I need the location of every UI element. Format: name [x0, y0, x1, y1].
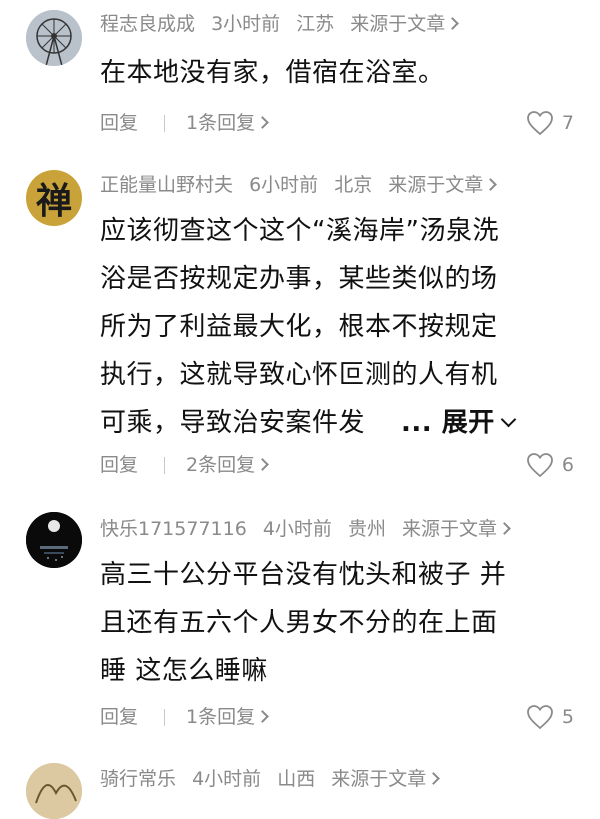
user-avatar[interactable]: [26, 10, 82, 66]
comment-actions: 回复 1条回复 5: [100, 703, 574, 731]
comment-line-last: 可乘，导致治安案件发 ... 展开: [100, 399, 570, 447]
like-button[interactable]: 7: [526, 109, 574, 137]
comment-time: 6小时前: [249, 174, 319, 196]
username[interactable]: 快乐171577116: [100, 518, 247, 540]
comment-line: 浴是否按规定办事，某些类似的场: [100, 264, 498, 294]
heart-icon: [527, 453, 553, 478]
source-link[interactable]: 来源于文章: [402, 518, 511, 540]
comment-line: 在本地没有家，借宿在浴室。: [100, 58, 445, 88]
comment-location: 江苏: [296, 13, 335, 35]
comment-body: 在本地没有家，借宿在浴室。: [100, 49, 570, 97]
reply-count: 1条回复: [186, 112, 256, 134]
reply-button[interactable]: 回复: [100, 109, 138, 137]
source-link-label: 来源于文章: [402, 518, 498, 540]
divider: [164, 457, 165, 474]
comment-location: 山西: [277, 768, 316, 790]
comment-location: 北京: [334, 174, 373, 196]
reply-button[interactable]: 回复: [100, 451, 138, 479]
view-replies-button[interactable]: 1条回复: [186, 703, 269, 731]
chevron-right-icon: [484, 178, 498, 191]
comment-line: 可乘，导致治安案件发: [100, 408, 366, 438]
avatar-character: 禅: [35, 180, 72, 222]
like-button[interactable]: 6: [526, 451, 574, 479]
comment-body: 高三十公分平台没有忱头和被子 并 且还有五六个人男女不分的在上面 睡 这怎么睡嘛: [100, 551, 570, 695]
comment-line: 睡 这怎么睡嘛: [100, 656, 268, 686]
username[interactable]: 骑行常乐: [100, 768, 176, 790]
divider: [164, 709, 165, 726]
like-button[interactable]: 5: [526, 703, 574, 731]
comment-meta: 快乐171577116 4小时前 贵州 来源于文章: [100, 517, 511, 541]
user-avatar[interactable]: [26, 512, 82, 568]
divider: [164, 115, 165, 132]
user-avatar[interactable]: [26, 763, 82, 819]
source-link[interactable]: 来源于文章: [331, 768, 441, 790]
chevron-right-icon: [256, 710, 269, 723]
chevron-right-icon: [256, 458, 269, 471]
comment-line: 执行，这就导致心怀叵测的人有机: [100, 360, 498, 390]
source-link[interactable]: 来源于文章: [350, 13, 460, 35]
night-scene-icon: [26, 512, 82, 568]
comment-time: 4小时前: [262, 518, 332, 540]
like-count: 7: [561, 112, 574, 134]
chevron-right-icon: [446, 17, 460, 30]
source-link-label: 来源于文章: [350, 13, 446, 35]
comment-meta: 正能量山野村夫 6小时前 北京 来源于文章: [100, 173, 498, 197]
comment-location: 贵州: [347, 518, 386, 540]
comment-actions: 回复 2条回复 6: [100, 451, 574, 479]
heart-icon: [527, 705, 553, 730]
reply-count: 2条回复: [186, 454, 256, 476]
comment-line: 应该彻查这个这个“溪海岸”汤泉洗: [100, 216, 499, 246]
view-replies-button[interactable]: 1条回复: [186, 109, 269, 137]
expand-button[interactable]: ... 展开: [401, 408, 516, 438]
comment-actions: 回复 1条回复 7: [100, 109, 574, 137]
like-count: 5: [561, 706, 574, 728]
reply-count: 1条回复: [186, 706, 256, 728]
username[interactable]: 正能量山野村夫: [100, 174, 233, 196]
comment-time: 4小时前: [192, 768, 262, 790]
chevron-right-icon: [498, 522, 511, 535]
comment-line: 且还有五六个人男女不分的在上面: [100, 608, 498, 638]
source-link-label: 来源于文章: [388, 174, 484, 196]
chevron-down-icon: [500, 411, 516, 428]
comment-body: 应该彻查这个这个“溪海岸”汤泉洗 浴是否按规定办事，某些类似的场 所为了利益最大…: [100, 207, 570, 447]
comment-line: 所为了利益最大化，根本不按规定: [100, 312, 498, 342]
chevron-right-icon: [256, 116, 269, 129]
source-link[interactable]: 来源于文章: [388, 174, 498, 196]
ferris-wheel-icon: [26, 10, 82, 66]
comment-meta: 程志良成成 3小时前 江苏 来源于文章: [100, 12, 460, 36]
view-replies-button[interactable]: 2条回复: [186, 451, 269, 479]
comment-line: 高三十公分平台没有忱头和被子 并: [100, 560, 507, 590]
reply-button[interactable]: 回复: [100, 703, 138, 731]
chevron-right-icon: [427, 772, 441, 785]
source-link-label: 来源于文章: [331, 768, 427, 790]
like-count: 6: [561, 454, 574, 476]
username[interactable]: 程志良成成: [100, 13, 195, 35]
user-avatar[interactable]: 禅: [26, 170, 82, 226]
heart-icon: [527, 111, 553, 136]
expand-label: ... 展开: [401, 408, 495, 438]
landscape-icon: [26, 763, 82, 819]
comment-time: 3小时前: [211, 13, 281, 35]
comment-meta: 骑行常乐 4小时前 山西 来源于文章: [100, 767, 441, 791]
